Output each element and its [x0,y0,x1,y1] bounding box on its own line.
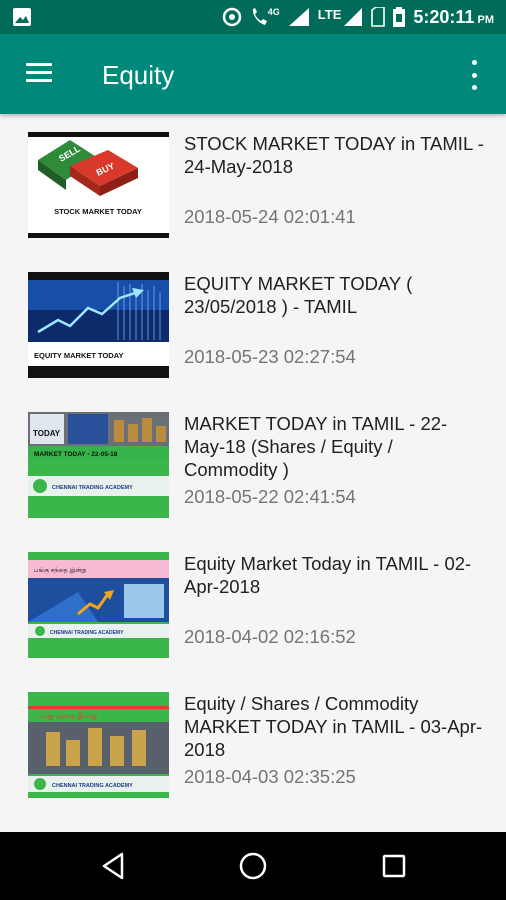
lte-label: LTE [317,7,342,22]
video-date: 2018-05-23 02:27:54 [184,346,356,367]
status-bar: 4G LTE 5:20:11 PM [0,0,506,34]
video-title: EQUITY MARKET TODAY ( 23/05/2018 ) - TAM… [184,273,413,317]
thumb-brand: CHENNAI TRADING ACADEMY [52,485,133,491]
menu-icon[interactable] [24,60,54,86]
status-time: 5:20:11 PM [413,7,494,28]
thumb-caption: STOCK MARKET TODAY [54,207,142,216]
thumb-caption: EQUITY MARKET TODAY [34,351,123,360]
home-icon[interactable] [235,848,271,884]
image-icon [13,8,31,26]
video-title: Equity Market Today in TAMIL - 02-Apr-20… [184,553,472,597]
video-date: 2018-05-22 02:41:54 [184,486,356,507]
video-thumbnail: TODAY MARKET TODAY - 22-05-18 CHENNAI TR… [28,412,169,518]
back-icon[interactable] [96,848,132,884]
video-thumbnail: பங்கு சந்தை இன்று CHENNAI TRADING ACADEM… [28,692,169,798]
video-title: Equity / Shares / Commodity MARKET TODAY… [184,693,483,760]
network-badge: 4G [267,7,280,17]
list-item[interactable]: EQUITY MARKET TODAY EQUITY MARKET TODAY … [0,254,506,394]
signal-icon [288,8,309,26]
video-thumbnail: EQUITY MARKET TODAY [28,272,169,378]
page-title: Equity [102,60,175,90]
battery-icon [393,7,406,27]
thumb-top-text: TODAY [33,429,61,438]
video-thumbnail: SELL BUY STOCK MARKET TODAY [28,132,169,238]
navigation-bar [0,832,506,900]
video-title: MARKET TODAY in TAMIL - 22-May-18 (Share… [184,413,448,480]
list-item[interactable]: SELL BUY STOCK MARKET TODAY STOCK MARKET… [0,114,506,254]
lte-signal-icon: LTE [318,7,364,27]
status-time-value: 5:20:11 [413,6,475,27]
list-item[interactable]: TODAY MARKET TODAY - 22-05-18 CHENNAI TR… [0,394,506,534]
more-options-icon[interactable] [462,60,486,90]
video-date: 2018-04-03 02:35:25 [184,766,356,787]
thumb-caption: MARKET TODAY - 22-05-18 [34,451,118,458]
wifi-call-icon: 4G [250,7,280,27]
video-title: STOCK MARKET TODAY in TAMIL - 24-May-201… [184,133,484,177]
thumb-tamil-text: பங்கு சந்தை இன்று [34,567,86,575]
video-date: 2018-04-02 02:16:52 [184,626,356,647]
video-list: SELL BUY STOCK MARKET TODAY STOCK MARKET… [0,114,506,832]
thumb-brand: CHENNAI TRADING ACADEMY [52,783,133,789]
list-item[interactable]: பங்கு சந்தை இன்று CHENNAI TRADING ACADEM… [0,674,506,814]
video-thumbnail: பங்கு சந்தை இன்று CHENNAI TRADING ACADEM… [28,552,169,658]
recents-icon[interactable] [376,848,412,884]
data-saver-icon [222,7,242,27]
app-bar: Equity [0,34,506,114]
thumb-brand: CHENNAI TRADING ACADEMY [50,630,124,636]
sim-icon [371,7,386,27]
list-item[interactable]: பங்கு சந்தை இன்று CHENNAI TRADING ACADEM… [0,534,506,674]
status-time-ampm: PM [477,13,495,26]
video-date: 2018-05-24 02:01:41 [184,206,356,227]
